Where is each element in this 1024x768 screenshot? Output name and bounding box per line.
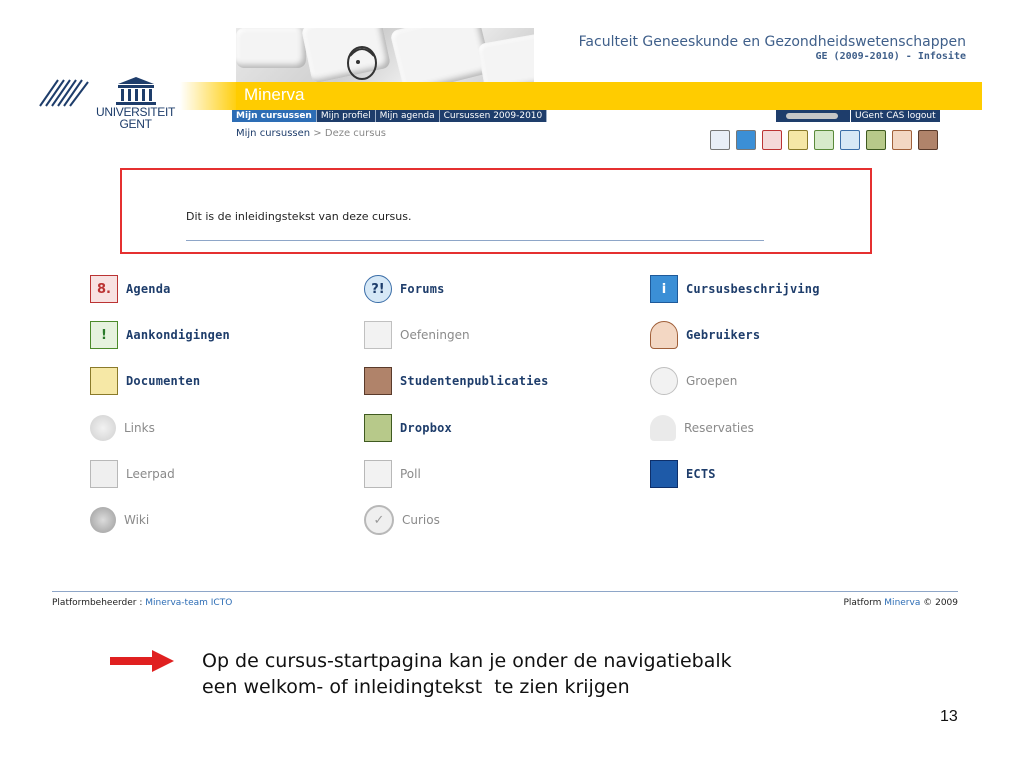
tool-label: Documenten <box>126 374 201 388</box>
logo-feather-icon <box>39 79 89 107</box>
user-box: UGent CAS logout <box>776 110 940 122</box>
tool-label: Groepen <box>686 374 738 388</box>
intro-text: Dit is de inleidingstekst van deze cursu… <box>186 210 412 223</box>
slide-caption: Op de cursus-startpagina kan je onder de… <box>202 648 732 700</box>
tab-mijn-cursussen[interactable]: Mijn cursussen <box>232 110 317 122</box>
footer-platform-link[interactable]: Minerva <box>884 598 920 608</box>
tool-curios[interactable]: ✓ Curios <box>364 505 440 535</box>
tool-label: ECTS <box>686 467 716 481</box>
table-icon[interactable] <box>710 130 730 150</box>
tool-groepen[interactable]: Groepen <box>650 367 738 395</box>
tool-agenda[interactable]: 8. Agenda <box>90 275 171 303</box>
tool-forums[interactable]: ?! Forums <box>364 275 445 303</box>
tab-mijn-agenda[interactable]: Mijn agenda <box>375 110 440 122</box>
tool-aankondigingen[interactable]: ! Aankondigingen <box>90 321 230 349</box>
dropbox-icon[interactable] <box>866 130 886 150</box>
footer-platform: Platform Minerva © 2009 <box>843 598 958 608</box>
folder-icon[interactable] <box>788 130 808 150</box>
tool-label: Leerpad <box>126 467 175 481</box>
caption-line-1: Op de cursus-startpagina kan je onder de… <box>202 650 732 672</box>
toolbar-icons <box>710 130 938 150</box>
logo-text-line2: GENT <box>119 117 152 131</box>
faculty-subtitle[interactable]: GE (2009-2010) - Infosite <box>815 51 966 62</box>
faculty-name: Faculteit Geneeskunde en Gezondheidswete… <box>578 34 966 50</box>
calendar-icon[interactable] <box>762 130 782 150</box>
publication-icon <box>364 367 392 395</box>
dropbox-icon <box>364 414 392 442</box>
footer-platform-prefix: Platform <box>843 598 882 608</box>
calendar-icon: 8. <box>90 275 118 303</box>
footer-copyright: © 2009 <box>923 598 958 608</box>
announcement-icon: ! <box>90 321 118 349</box>
tool-label: Reservaties <box>684 421 754 435</box>
tool-links[interactable]: Links <box>90 415 155 441</box>
forum-icon[interactable] <box>840 130 860 150</box>
minerva-head-icon <box>347 46 377 80</box>
logo-building-icon <box>116 77 156 105</box>
breadcrumb-parent[interactable]: Mijn cursussen <box>236 128 310 139</box>
learning-path-icon <box>90 460 118 488</box>
info-icon[interactable] <box>736 130 756 150</box>
tool-reservaties[interactable]: Reservaties <box>650 415 754 441</box>
tool-label: Links <box>124 421 155 435</box>
upload-icon[interactable] <box>814 130 834 150</box>
user-icon[interactable] <box>892 130 912 150</box>
breadcrumb-separator: > <box>313 128 322 139</box>
tool-dropbox[interactable]: Dropbox <box>364 414 452 442</box>
groups-icon <box>650 367 678 395</box>
folder-icon <box>90 367 118 395</box>
header-yellow-bar <box>236 82 982 110</box>
tab-cursussen-2009-2010[interactable]: Cursussen 2009-2010 <box>439 110 548 122</box>
tool-studentenpublicaties[interactable]: Studentenpublicaties <box>364 367 549 395</box>
tool-cursusbeschrijving[interactable]: i Cursusbeschrijving <box>650 275 820 303</box>
tool-leerpad[interactable]: Leerpad <box>90 460 175 488</box>
reservation-bell-icon <box>650 415 676 441</box>
footer-divider <box>52 591 958 592</box>
red-arrow-icon <box>110 650 174 672</box>
forum-icon: ?! <box>364 275 392 303</box>
breadcrumb: Mijn cursussen > Deze cursus <box>236 128 386 139</box>
tool-label: Forums <box>400 282 445 296</box>
tool-label: Oefeningen <box>400 328 470 342</box>
breadcrumb-current: Deze cursus <box>324 128 387 139</box>
tool-wiki[interactable]: Wiki <box>90 507 150 533</box>
tool-documenten[interactable]: Documenten <box>90 367 201 395</box>
footer-admin-prefix: Platformbeheerder : <box>52 598 143 608</box>
tool-label: Agenda <box>126 282 171 296</box>
tool-label: Aankondigingen <box>126 328 230 342</box>
ugent-logo[interactable]: UNIVERSITEIT GENT <box>38 76 208 146</box>
logout-button[interactable]: UGent CAS logout <box>851 110 940 122</box>
caption-line-2: een welkom- of inleidingtekst te zien kr… <box>202 676 630 698</box>
username-redacted <box>776 110 850 122</box>
main-nav-tabs: Mijn cursussen Mijn profiel Mijn agenda … <box>232 110 548 122</box>
tool-label: Cursusbeschrijving <box>686 282 820 296</box>
slide-page-number: 13 <box>940 708 958 725</box>
wiki-globe-icon <box>90 507 116 533</box>
tool-label: Poll <box>400 467 421 481</box>
tool-oefeningen[interactable]: Oefeningen <box>364 321 470 349</box>
tool-gebruikers[interactable]: Gebruikers <box>650 321 761 349</box>
ects-icon <box>650 460 678 488</box>
app-title: Minerva <box>244 85 305 104</box>
tool-label: Dropbox <box>400 421 452 435</box>
tool-label: Curios <box>402 513 440 527</box>
intro-divider <box>186 240 764 241</box>
links-icon <box>90 415 116 441</box>
tool-label: Studentenpublicaties <box>400 374 549 388</box>
tool-poll[interactable]: Poll <box>364 460 421 488</box>
footer-admin-link[interactable]: Minerva-team ICTO <box>145 598 232 608</box>
users-icon <box>650 321 678 349</box>
footer-admin: Platformbeheerder : Minerva-team ICTO <box>52 598 232 608</box>
publication-icon[interactable] <box>918 130 938 150</box>
tool-label: Gebruikers <box>686 328 761 342</box>
tool-label: Wiki <box>124 513 150 527</box>
exercise-icon <box>364 321 392 349</box>
curios-check-icon: ✓ <box>364 505 394 535</box>
tab-mijn-profiel[interactable]: Mijn profiel <box>316 110 376 122</box>
poll-icon <box>364 460 392 488</box>
intro-box: Dit is de inleidingstekst van deze cursu… <box>120 168 872 254</box>
tool-ects[interactable]: ECTS <box>650 460 716 488</box>
info-icon: i <box>650 275 678 303</box>
